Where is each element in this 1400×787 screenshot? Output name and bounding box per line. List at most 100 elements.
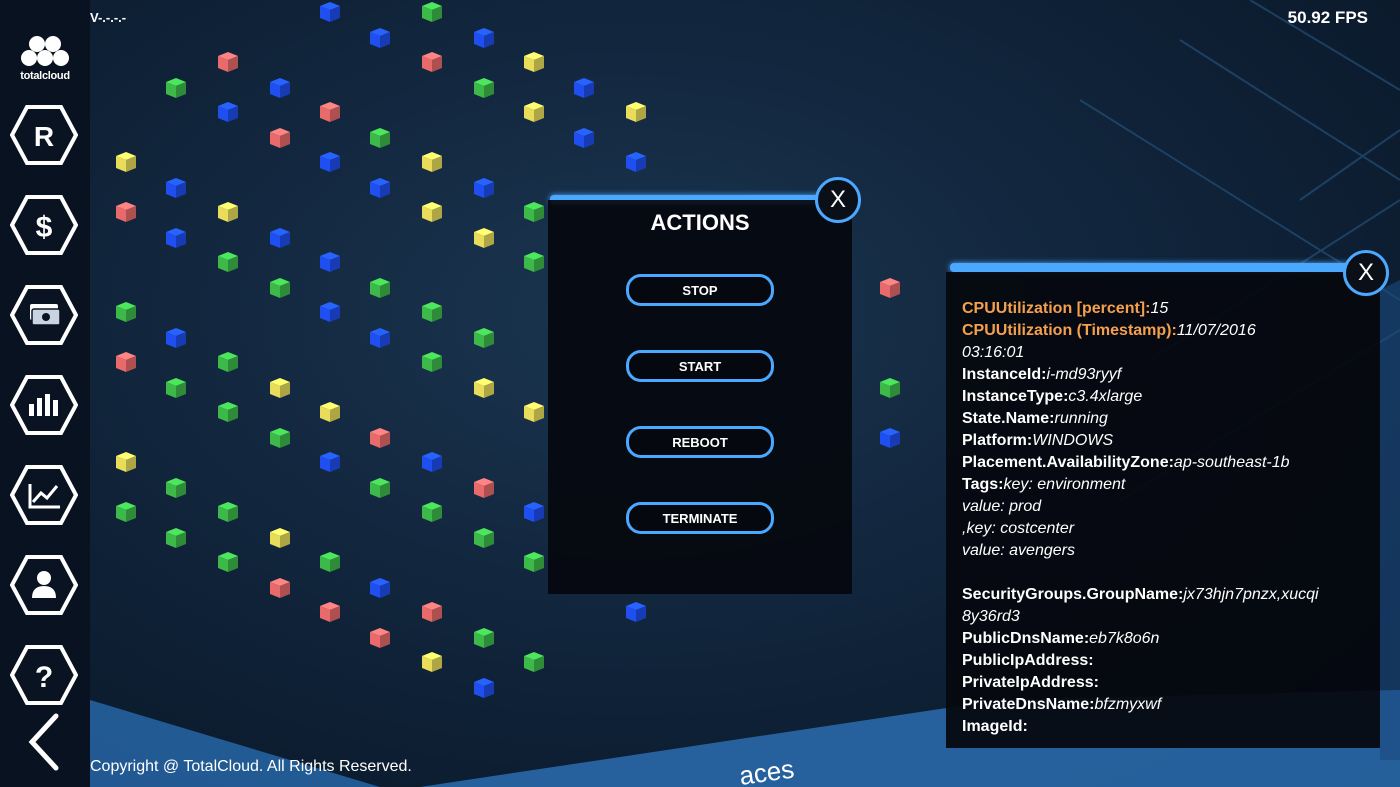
resource-cube — [422, 452, 442, 472]
info-line: Tags:key: environment — [962, 474, 1372, 496]
resource-cube — [370, 278, 390, 298]
resource-cube — [422, 302, 442, 322]
info-line: ,key: costcenter — [962, 518, 1372, 540]
info-key: InstanceType: — [962, 388, 1069, 405]
resource-cube — [270, 78, 290, 98]
reboot-button[interactable]: REBOOT — [626, 426, 774, 458]
info-line: InstanceId:i-md93ryyf — [962, 364, 1372, 386]
fps-counter: 50.92 FPS — [1287, 8, 1368, 27]
resource-cube — [880, 428, 900, 448]
resource-cube — [370, 128, 390, 148]
resource-cube — [320, 302, 340, 322]
resource-cube — [524, 652, 544, 672]
logo-text: totalcloud — [20, 70, 70, 82]
resource-cube — [880, 378, 900, 398]
resource-cube — [218, 352, 238, 372]
terminate-button[interactable]: TERMINATE — [626, 502, 774, 534]
resource-cube — [524, 202, 544, 222]
resource-cube — [370, 428, 390, 448]
info-key: CPUUtilization [percent]: — [962, 300, 1151, 317]
info-value: 8y36rd3 — [962, 608, 1020, 625]
info-line — [962, 562, 1372, 584]
resource-cube — [422, 2, 442, 22]
instance-info-list: CPUUtilization [percent]:15 CPUUtilizatio… — [962, 298, 1372, 738]
start-button[interactable]: START — [626, 350, 774, 382]
info-value: ,key: costcenter — [962, 520, 1075, 537]
money-icon — [30, 304, 61, 326]
info-value: bfzmyxwf — [1094, 696, 1162, 713]
actions-close-button[interactable]: X — [815, 177, 861, 223]
resource-cube — [524, 552, 544, 572]
resource-cube — [116, 152, 136, 172]
info-value: 11/07/2016 — [1176, 322, 1256, 339]
resource-cube — [218, 402, 238, 422]
help-button[interactable]: ? — [9, 644, 79, 706]
info-key: ImageId: — [962, 718, 1028, 735]
resource-cube — [320, 452, 340, 472]
resource-cube — [218, 252, 238, 272]
resource-cube — [370, 578, 390, 598]
info-key: PrivateDnsName: — [962, 696, 1095, 713]
user-button[interactable] — [9, 554, 79, 616]
info-value: jx73hjn7pnzx,xucqi — [1183, 586, 1319, 603]
info-line: 03:16:01 — [962, 342, 1372, 364]
info-line: CPUUtilization (Timestamp):11/07/2016 — [962, 320, 1372, 342]
info-value: key: environment — [1003, 476, 1126, 493]
info-key: Placement.AvailabilityZone: — [962, 454, 1174, 471]
resource-cube — [524, 52, 544, 72]
resource-cube — [370, 628, 390, 648]
info-line: Platform:WINDOWS — [962, 430, 1372, 452]
resource-cube — [524, 102, 544, 122]
actions-panel: ACTIONS STOP START REBOOT TERMINATE — [548, 200, 852, 594]
resource-cube — [422, 152, 442, 172]
resource-cube — [270, 278, 290, 298]
info-line: PrivateIpAddress: — [962, 672, 1372, 694]
resource-cube — [524, 252, 544, 272]
resource-cube — [320, 2, 340, 22]
resource-cube — [370, 28, 390, 48]
info-line: value: avengers — [962, 540, 1372, 562]
cost-button[interactable]: $ — [9, 194, 79, 256]
resource-cube — [474, 78, 494, 98]
info-value: i-md93ryyf — [1046, 366, 1122, 383]
actions-title: ACTIONS — [650, 210, 750, 235]
resource-cube — [218, 552, 238, 572]
resource-cube — [474, 378, 494, 398]
resource-cube — [270, 428, 290, 448]
resource-cube — [880, 278, 900, 298]
resource-cube — [370, 328, 390, 348]
trends-button[interactable] — [9, 464, 79, 526]
resource-cube — [474, 28, 494, 48]
info-value: 15 — [1150, 300, 1169, 317]
logo-hex-icon — [21, 36, 69, 66]
info-line: CPUUtilization [percent]:15 — [962, 298, 1372, 320]
resource-cube — [116, 352, 136, 372]
metrics-button[interactable] — [9, 374, 79, 436]
info-value: 03:16:01 — [962, 344, 1025, 361]
resource-cube — [320, 402, 340, 422]
info-close-button[interactable]: X — [1343, 250, 1389, 296]
totalcloud-logo: totalcloud — [8, 34, 82, 86]
info-key: Platform: — [962, 432, 1033, 449]
back-button[interactable] — [22, 712, 68, 772]
resource-cube — [626, 152, 646, 172]
billing-button[interactable] — [9, 284, 79, 346]
resource-cube — [270, 128, 290, 148]
resources-button[interactable]: R — [9, 104, 79, 166]
stop-button[interactable]: STOP — [626, 274, 774, 306]
resource-cube — [370, 178, 390, 198]
resource-cube — [166, 228, 186, 248]
resource-cube — [574, 128, 594, 148]
resource-cube — [422, 652, 442, 672]
resource-cube — [166, 328, 186, 348]
resource-cube — [626, 602, 646, 622]
dollar-icon: $ — [36, 211, 53, 244]
resource-cube — [166, 528, 186, 548]
resource-cube — [320, 602, 340, 622]
resource-cube — [116, 502, 136, 522]
info-key: Tags: — [962, 476, 1004, 493]
info-line: PublicIpAddress: — [962, 650, 1372, 672]
resource-cube — [626, 102, 646, 122]
info-line: 8y36rd3 — [962, 606, 1372, 628]
resource-cube — [474, 628, 494, 648]
